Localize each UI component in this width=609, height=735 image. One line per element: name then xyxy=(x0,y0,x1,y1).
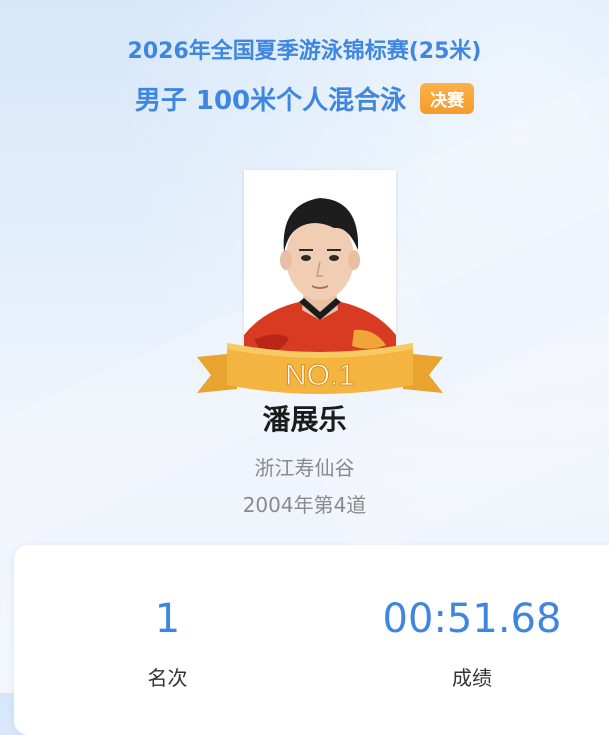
stage-badge: 决赛 xyxy=(420,83,475,114)
athlete-name: 潘展乐 xyxy=(262,403,347,436)
rank-ribbon: NO.1 xyxy=(197,343,443,394)
event-name: 男子 100米个人混合泳 xyxy=(134,86,407,116)
rank-value: 1 xyxy=(154,596,181,642)
time-label: 成绩 xyxy=(452,666,492,690)
event-header: 男子 100米个人混合泳 决赛 xyxy=(0,80,609,117)
rank-ribbon-text: NO.1 xyxy=(285,359,355,392)
time-value: 00:51.68 xyxy=(382,596,562,642)
birth-lane: 2004年第4道 xyxy=(242,493,367,517)
athlete-team: 浙江寿仙谷 xyxy=(254,456,355,480)
competition-title: 2026年全国夏季游泳锦标赛(25米) xyxy=(127,39,482,64)
rank-label: 名次 xyxy=(147,666,188,690)
